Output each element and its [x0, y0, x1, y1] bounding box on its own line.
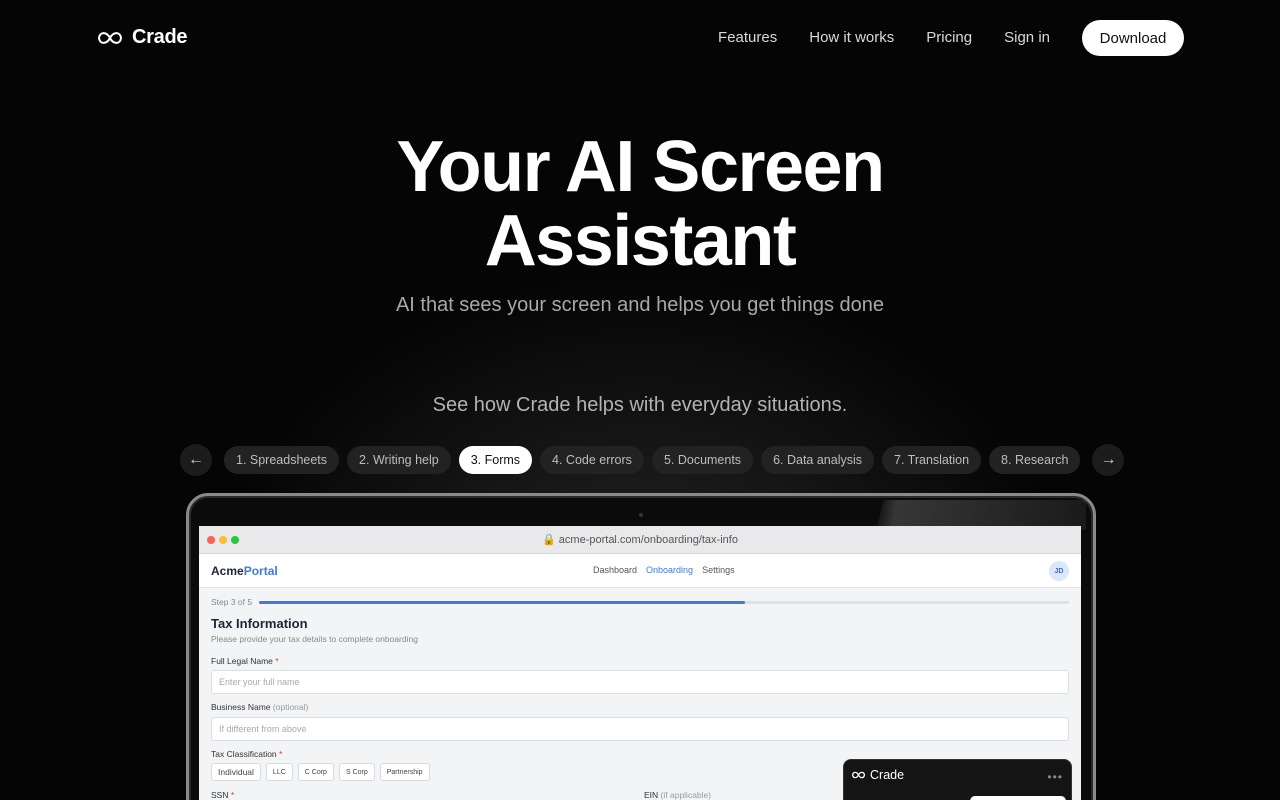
- full-name-placeholder: Enter your full name: [219, 677, 300, 687]
- app-nav: Dashboard Onboarding Settings: [593, 565, 735, 575]
- tax-classification-options: Individual LLC C Corp S Corp Partnership: [211, 763, 430, 781]
- brand-logo[interactable]: Crade: [96, 26, 188, 49]
- tab-writing-help[interactable]: 2. Writing help: [347, 446, 451, 474]
- business-name-placeholder: If different from above: [219, 724, 307, 734]
- ein-label-text: EIN: [644, 790, 659, 800]
- business-name-label: Business Name (optional): [211, 702, 308, 712]
- hero-title: Your AI Screen Assistant: [0, 130, 1280, 278]
- business-name-label-text: Business Name: [211, 702, 271, 712]
- form-title: Tax Information: [211, 616, 308, 631]
- option-individual[interactable]: Individual: [211, 763, 261, 781]
- option-c-corp[interactable]: C Corp: [297, 763, 334, 781]
- hero-title-line1: Your AI Screen: [396, 127, 885, 207]
- tax-classification-label: Tax Classification *: [211, 749, 282, 759]
- required-mark: *: [279, 749, 283, 759]
- arrow-right-icon: →: [1100, 451, 1117, 468]
- laptop-camera: [639, 513, 643, 517]
- tab-spreadsheets[interactable]: 1. Spreadsheets: [224, 446, 340, 474]
- tax-classification-label-text: Tax Classification: [211, 749, 277, 759]
- ssn-label-text: SSN: [211, 790, 229, 800]
- ein-note: (if applicable): [660, 790, 712, 800]
- brand-name: Crade: [132, 26, 188, 48]
- optional-note: (optional): [272, 702, 309, 712]
- tab-code-errors[interactable]: 4. Code errors: [540, 446, 644, 474]
- nav-sign-in-link[interactable]: Sign in: [1004, 20, 1050, 56]
- acme-logo[interactable]: AcmePortal: [211, 564, 278, 578]
- infinity-logo-icon: [851, 771, 866, 779]
- demo-tabs: ← 1. Spreadsheets 2. Writing help 3. For…: [180, 444, 1125, 476]
- step-indicator: Step 3 of 5: [211, 597, 253, 607]
- nav-how-it-works-link[interactable]: How it works: [809, 20, 894, 56]
- nav-links: Features How it works Pricing Sign in Do…: [718, 20, 1184, 56]
- option-llc[interactable]: LLC: [265, 763, 293, 781]
- progress-fill: [259, 601, 745, 604]
- crade-panel-name: Crade: [870, 768, 905, 782]
- download-button[interactable]: Download: [1082, 20, 1184, 56]
- tab-documents[interactable]: 5. Documents: [651, 446, 754, 474]
- app-nav-settings[interactable]: Settings: [702, 565, 735, 575]
- crade-assistant-panel[interactable]: Crade •••: [843, 759, 1072, 800]
- acme-logo-part1: Acme: [211, 564, 244, 578]
- full-name-input[interactable]: Enter your full name: [211, 670, 1069, 694]
- top-nav: Crade Features How it works Pricing Sign…: [0, 0, 1280, 76]
- app-nav-onboarding[interactable]: Onboarding: [646, 565, 693, 575]
- full-name-label: Full Legal Name *: [211, 656, 279, 666]
- next-arrow-button[interactable]: →: [1092, 444, 1125, 476]
- hero-subtitle: AI that sees your screen and helps you g…: [395, 294, 885, 316]
- option-partnership[interactable]: Partnership: [379, 763, 430, 781]
- nav-features-link[interactable]: Features: [718, 20, 777, 56]
- nav-pricing-link[interactable]: Pricing: [926, 20, 972, 56]
- full-name-label-text: Full Legal Name: [211, 656, 273, 666]
- browser-bar: 🔒 acme-portal.com/onboarding/tax-info: [199, 526, 1081, 554]
- more-options-icon[interactable]: •••: [1047, 770, 1063, 784]
- arrow-left-icon: ←: [188, 451, 204, 468]
- url-text: acme-portal.com/onboarding/tax-info: [558, 534, 738, 546]
- crade-panel-logo: Crade: [851, 768, 904, 782]
- lock-icon: 🔒: [542, 534, 556, 546]
- required-mark: *: [275, 656, 279, 666]
- app-header: AcmePortal Dashboard Onboarding Settings…: [199, 554, 1081, 588]
- required-mark: *: [230, 790, 235, 800]
- ssn-label: SSN *: [211, 790, 234, 800]
- tab-forms[interactable]: 3. Forms: [458, 446, 533, 474]
- tab-translation[interactable]: 7. Translation: [882, 446, 982, 474]
- option-s-corp[interactable]: S Corp: [338, 763, 375, 781]
- app-nav-dashboard[interactable]: Dashboard: [593, 565, 637, 575]
- business-name-input[interactable]: If different from above: [211, 717, 1069, 741]
- avatar[interactable]: JD: [1049, 561, 1069, 581]
- acme-logo-part2: Portal: [243, 564, 278, 578]
- prev-arrow-button[interactable]: ←: [180, 444, 212, 476]
- hero-title-line2: Assistant: [484, 201, 797, 281]
- address-bar[interactable]: 🔒 acme-portal.com/onboarding/tax-info: [199, 533, 1081, 546]
- ein-label: EIN (if applicable): [644, 790, 711, 800]
- tab-research[interactable]: 8. Research: [989, 446, 1081, 474]
- form-description: Please provide your tax details to compl…: [211, 634, 418, 644]
- panel-action-button[interactable]: [970, 796, 1066, 800]
- infinity-logo-icon: [97, 31, 123, 44]
- tab-data-analysis[interactable]: 6. Data analysis: [761, 446, 874, 474]
- demo-intro: See how Crade helps with everyday situat…: [432, 394, 848, 416]
- progress-bar: [259, 601, 1069, 604]
